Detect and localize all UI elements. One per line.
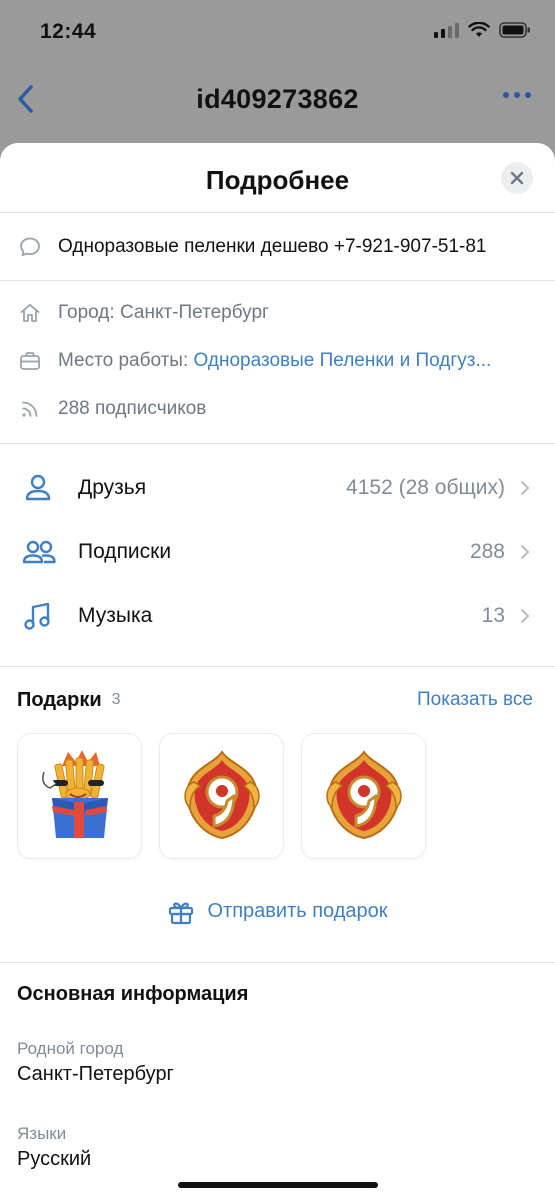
- more-icon[interactable]: [503, 92, 531, 98]
- show-all-gifts-link[interactable]: Показать все: [417, 689, 533, 711]
- work-link[interactable]: Одноразовые Пеленки и Подгуз...: [194, 350, 492, 371]
- gift-anniversary-9-image: [183, 750, 260, 840]
- languages-label: Языки: [17, 1124, 67, 1143]
- work-text: Место работы: Одноразовые Пеленки и Подг…: [58, 350, 491, 372]
- music-icon: [24, 602, 50, 630]
- subscriptions-row[interactable]: Подписки 288: [0, 520, 555, 584]
- subscriptions-label: Подписки: [78, 540, 172, 563]
- sheet-title: Подробнее: [205, 165, 350, 195]
- nav-title: id409273862: [196, 84, 359, 114]
- music-value: 13: [481, 604, 505, 627]
- city-row: Город: Санкт-Петербург: [0, 289, 555, 337]
- close-icon: [510, 171, 524, 185]
- status-time: 12:44: [40, 20, 97, 43]
- gift-item[interactable]: [301, 733, 426, 859]
- close-button[interactable]: [501, 162, 533, 194]
- work-row[interactable]: Место работы: Одноразовые Пеленки и Подг…: [0, 337, 555, 385]
- status-icons: [434, 22, 531, 38]
- languages-value: Русский: [17, 1148, 92, 1170]
- gifts-title: Подарки: [17, 688, 102, 711]
- screen: 12:44 id409273862 Подробнее Одноразовые …: [0, 0, 555, 1200]
- rss-icon: [22, 401, 38, 417]
- hometown-value: Санкт-Петербург: [17, 1063, 174, 1085]
- send-gift-label: Отправить подарок: [207, 900, 388, 922]
- friends-label: Друзья: [78, 476, 147, 499]
- nav-bar: id409273862: [0, 66, 555, 134]
- info-block: Город: Санкт-Петербург Место работы: Одн…: [0, 281, 555, 444]
- sheet-header: Подробнее: [0, 143, 555, 213]
- wifi-icon: [468, 22, 490, 37]
- status-row: Одноразовые пеленки дешево +7-921-907-51…: [0, 213, 555, 281]
- user-icon: [25, 474, 51, 501]
- chevron-right-icon: [520, 544, 530, 560]
- gifts-header: Подарки 3 Показать все: [0, 667, 555, 733]
- gifts-count: 3: [111, 691, 121, 708]
- friends-value: 4152 (28 общих): [346, 476, 505, 499]
- gift-fries-box-image: [41, 750, 108, 838]
- basic-info-section: Основная информация Родной город Санкт-П…: [0, 963, 555, 1171]
- status-bar: 12:44: [0, 0, 555, 66]
- city-text: Город: Санкт-Петербург: [58, 302, 269, 323]
- gift-icon: [169, 902, 194, 924]
- comment-icon: [20, 237, 40, 256]
- followers-text: 288 подписчиков: [58, 398, 207, 419]
- gift-item[interactable]: [17, 733, 142, 859]
- gift-anniversary-9-image: [325, 750, 402, 840]
- followers-row[interactable]: 288 подписчиков: [0, 385, 555, 433]
- gifts-list: [0, 733, 555, 861]
- signal-icon: [434, 22, 459, 38]
- counters-block: Друзья 4152 (28 общих) Подписки 288 Музы…: [0, 444, 555, 667]
- music-row[interactable]: Музыка 13: [0, 584, 555, 648]
- briefcase-icon: [20, 352, 40, 370]
- hometown-label: Родной город: [17, 1039, 124, 1058]
- gift-item[interactable]: [159, 733, 284, 859]
- home-icon: [20, 303, 40, 322]
- users-icon: [22, 540, 56, 564]
- home-indicator[interactable]: [178, 1182, 378, 1188]
- chevron-right-icon: [520, 608, 530, 624]
- send-gift-button[interactable]: Отправить подарок: [0, 861, 555, 963]
- work-label: Место работы:: [58, 350, 189, 371]
- chevron-right-icon: [520, 480, 530, 496]
- friends-row[interactable]: Друзья 4152 (28 общих): [0, 456, 555, 520]
- battery-icon: [499, 22, 530, 38]
- basic-info-title: Основная информация: [17, 983, 249, 1005]
- music-label: Музыка: [78, 604, 153, 627]
- status-text: Одноразовые пеленки дешево +7-921-907-51…: [58, 235, 487, 257]
- subscriptions-value: 288: [469, 540, 505, 563]
- details-sheet: Подробнее Одноразовые пеленки дешево +7-…: [0, 143, 555, 1200]
